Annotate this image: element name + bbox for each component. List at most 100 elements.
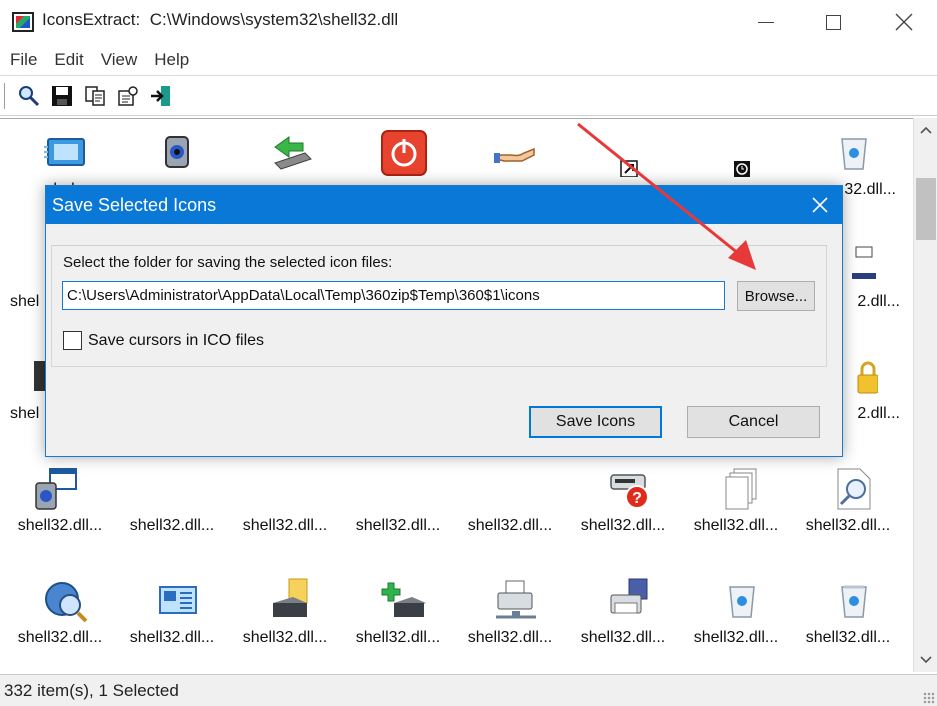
save-selected-icons-dialog: Save Selected Icons Select the folder fo… — [45, 185, 843, 457]
window-title: IconsExtract: C:\Windows\system32\shell3… — [42, 10, 398, 30]
save-toolbar-button[interactable] — [49, 83, 75, 109]
maximize-icon — [825, 14, 841, 30]
status-bar: 332 item(s), 1 Selected — [0, 674, 937, 706]
list-item[interactable]: shell32.dll... — [454, 567, 566, 672]
list-item[interactable]: shell32.dll... — [792, 455, 904, 565]
minimize-icon — [758, 21, 774, 23]
list-item[interactable]: shell32.dll... — [680, 567, 792, 672]
app-name: IconsExtract: — [42, 10, 141, 29]
item-label: shell32.dll... — [805, 629, 891, 646]
item-label: shell32.dll... — [467, 517, 553, 534]
item-label: shell32.dll... — [129, 629, 215, 646]
add-printer-icon — [381, 582, 426, 617]
search-document-icon — [837, 468, 871, 510]
title-bar: IconsExtract: C:\Windows\system32\shell3… — [0, 0, 937, 44]
item-label: shell32.dll... — [805, 517, 891, 534]
magnifier-icon — [19, 85, 40, 106]
list-item[interactable]: shell32.dll... — [229, 567, 341, 672]
menu-view[interactable]: View — [101, 50, 138, 70]
list-item[interactable]: shell32.dll... — [567, 567, 679, 672]
app-icon — [12, 12, 34, 32]
list-item[interactable]: shell32.dll... — [116, 567, 228, 672]
chevron-down-icon — [920, 656, 932, 664]
network-printer-icon — [496, 580, 536, 619]
folder-label: Select the folder for saving the selecte… — [63, 254, 393, 271]
sharing-hand-icon — [494, 147, 535, 163]
menu-bar: File Edit View Help — [0, 44, 937, 76]
scroll-up-button[interactable] — [914, 118, 937, 142]
minimize-button[interactable] — [736, 0, 796, 44]
toolbar — [0, 76, 937, 116]
file-path: C:\Windows\system32\shell32.dll — [149, 10, 399, 29]
item-label: shell32.dll... — [242, 517, 328, 534]
menu-help[interactable]: Help — [154, 50, 189, 70]
list-item[interactable]: shell32.dll... — [229, 455, 341, 565]
save-cursors-label[interactable]: Save cursors in ICO files — [88, 332, 264, 350]
item-label: shell32.dll... — [580, 517, 666, 534]
item-label: shell32.dll... — [693, 629, 779, 646]
green-arrow-drive-icon — [274, 136, 312, 170]
list-item[interactable]: shell32.dll... — [4, 567, 116, 672]
printer-error-icon: ? — [610, 474, 649, 509]
resize-grip[interactable] — [923, 692, 935, 704]
speaker-icon — [165, 136, 189, 168]
item-label: shell32.dll... — [129, 517, 215, 534]
scroll-thumb[interactable] — [916, 178, 936, 240]
list-item[interactable]: shell32.dll... — [680, 455, 792, 565]
toolbar-separator — [4, 82, 6, 109]
control-panel-icon — [159, 586, 197, 614]
copy-button[interactable] — [82, 83, 108, 109]
recycle-bin-icon — [729, 586, 755, 618]
exit-button[interactable] — [148, 83, 174, 109]
copy-pages-icon — [725, 468, 757, 510]
chevron-up-icon — [920, 126, 932, 134]
floppy-disk-icon — [52, 85, 72, 106]
save-icons-button[interactable]: Save Icons — [529, 406, 662, 438]
properties-button[interactable] — [115, 83, 141, 109]
power-icon — [381, 130, 427, 176]
list-item[interactable]: shell32.dll... — [792, 567, 904, 672]
clock-overlay-icon — [734, 161, 750, 177]
close-icon — [895, 13, 913, 31]
shortcut-arrow-icon — [620, 160, 638, 177]
item-label: shell32.dll... — [693, 517, 779, 534]
recycle-bin-full-icon — [841, 585, 867, 618]
list-item[interactable]: shell32.dll... — [454, 455, 566, 565]
speaker-window-icon — [35, 468, 77, 510]
item-label: shell32.dll... — [17, 629, 103, 646]
list-item[interactable]: shell32.dll... — [342, 455, 454, 565]
list-item[interactable]: shell32.dll... — [116, 455, 228, 565]
list-item[interactable]: ? shell32.dll... — [567, 455, 679, 565]
close-icon — [812, 197, 828, 213]
scroll-down-button[interactable] — [914, 648, 937, 672]
svg-text:?: ? — [632, 490, 642, 507]
browse-button[interactable]: Browse... — [737, 281, 815, 311]
find-button[interactable] — [16, 83, 42, 109]
maximize-button[interactable] — [803, 0, 863, 44]
printer-fax-icon — [610, 578, 648, 614]
recycle-bin-icon — [841, 138, 867, 170]
printer-folder-icon — [273, 578, 308, 617]
dialog-title-bar: Save Selected Icons — [46, 186, 842, 224]
exit-icon — [151, 85, 170, 106]
item-label: shell32.dll... — [242, 629, 328, 646]
vertical-scrollbar[interactable] — [913, 118, 937, 672]
folder-path-input[interactable]: C:\Users\Administrator\AppData\Local\Tem… — [62, 281, 725, 310]
dialog-close-button[interactable] — [806, 192, 834, 218]
menu-file[interactable]: File — [10, 50, 37, 70]
item-label: shell32.dll... — [17, 517, 103, 534]
properties-icon — [118, 85, 138, 106]
globe-search-icon — [45, 582, 88, 623]
item-label: shell32.dll... — [355, 629, 441, 646]
monitor-window-icon — [44, 138, 85, 166]
save-cursors-checkbox[interactable] — [63, 331, 82, 350]
save-cursors-option[interactable]: Save cursors in ICO files — [63, 331, 264, 350]
list-item[interactable]: shell32.dll... — [342, 567, 454, 672]
item-label: shell32.dll... — [580, 629, 666, 646]
list-item[interactable]: shell32.dll... — [4, 455, 116, 565]
cancel-button[interactable]: Cancel — [687, 406, 820, 438]
menu-edit[interactable]: Edit — [54, 50, 83, 70]
status-text: 332 item(s), 1 Selected — [4, 681, 179, 700]
close-button[interactable] — [874, 0, 934, 44]
copy-icon — [85, 85, 105, 106]
